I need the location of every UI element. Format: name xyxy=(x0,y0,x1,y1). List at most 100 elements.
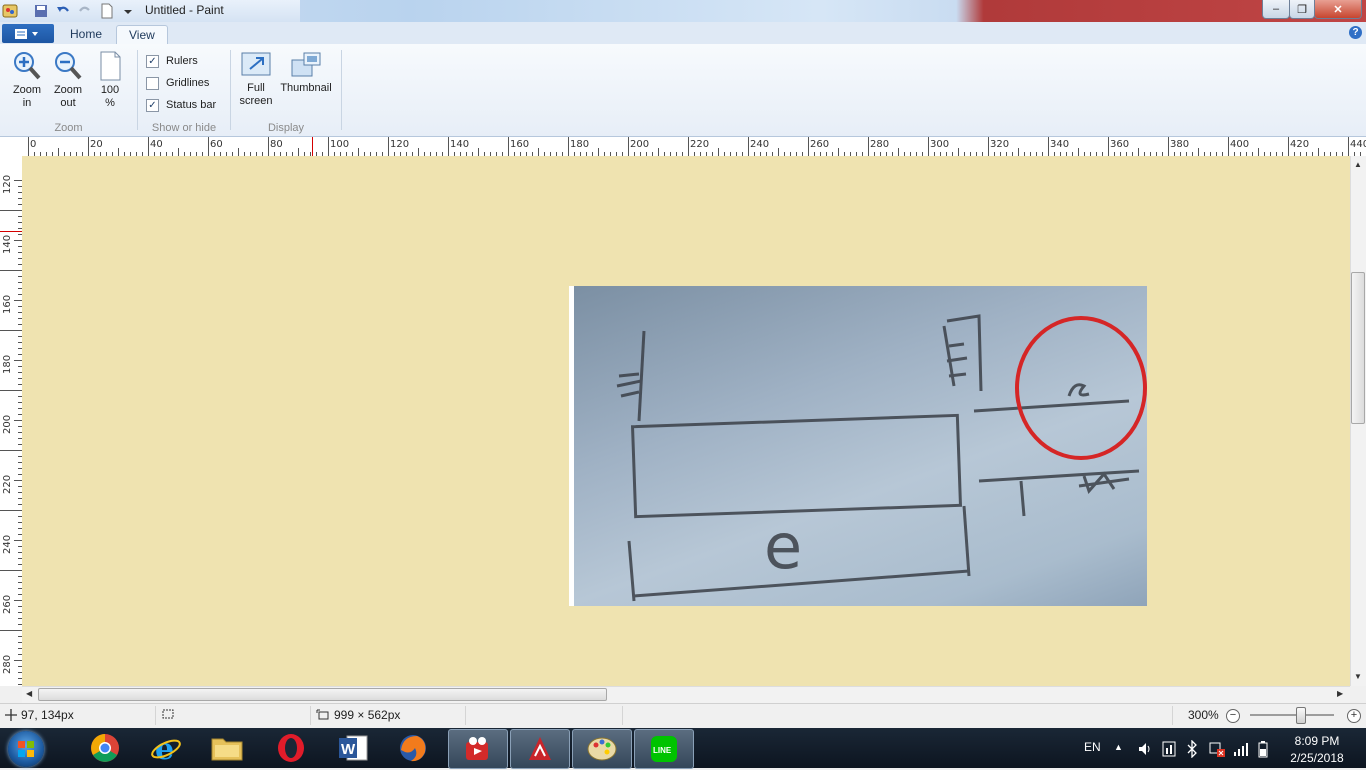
ruler-v-tick xyxy=(0,450,22,451)
customize-toolbar-icon[interactable] xyxy=(120,3,136,19)
battery-icon[interactable] xyxy=(1257,740,1269,758)
new-document-icon[interactable] xyxy=(99,3,115,19)
bluetooth-icon[interactable] xyxy=(1186,740,1198,758)
firefox-icon[interactable] xyxy=(384,729,442,767)
action-center-icon[interactable] xyxy=(1161,740,1177,758)
word-icon[interactable]: W xyxy=(324,729,382,767)
rulers-checkbox[interactable]: ✓ Rulers xyxy=(146,53,198,69)
status-bar-checkbox[interactable]: ✓ Status bar xyxy=(146,97,216,113)
ruler-h-tick xyxy=(1138,148,1139,156)
scroll-up-arrow-icon[interactable]: ▲ xyxy=(1354,160,1362,169)
ribbon-panel: Zoom in Zoom out 100 % Zoom ✓ Rulers Gri… xyxy=(0,44,1366,137)
gridlines-checkbox[interactable]: Gridlines xyxy=(146,75,209,91)
scroll-down-arrow-icon[interactable]: ▼ xyxy=(1354,672,1362,681)
ruler-h-tick xyxy=(538,148,539,156)
ruler-h-label: 140 xyxy=(450,139,470,150)
network-warning-icon[interactable] xyxy=(1208,740,1226,758)
ruler-h-tick xyxy=(358,148,359,156)
ruler-h-tick xyxy=(1168,137,1169,156)
line-icon[interactable]: LINE xyxy=(634,729,694,769)
signal-strength-icon[interactable] xyxy=(1233,741,1249,757)
ruler-v-tick xyxy=(0,210,22,211)
ruler-v-label: 140 xyxy=(2,234,13,254)
thumbnail-icon xyxy=(291,52,321,77)
zoom-slider-track[interactable] xyxy=(1250,714,1334,716)
cursor-position-icon xyxy=(5,709,17,721)
ruler-h-tick xyxy=(718,148,719,156)
full-screen-button[interactable]: Full screen xyxy=(236,50,276,108)
ruler-v-tick xyxy=(14,660,22,661)
file-menu-button[interactable] xyxy=(2,24,54,43)
close-button[interactable]: ✕ xyxy=(1314,0,1362,19)
paint-app-icon[interactable] xyxy=(2,3,18,19)
help-icon[interactable]: ? xyxy=(1349,26,1362,39)
canvas-area[interactable]: e xyxy=(22,156,1350,686)
opera-icon[interactable] xyxy=(262,729,320,767)
word-letter: W xyxy=(341,741,356,758)
volume-icon[interactable] xyxy=(1137,741,1153,757)
zoom-slider-thumb[interactable] xyxy=(1296,707,1307,724)
hundred-percent-button[interactable]: 100 % xyxy=(92,50,128,110)
zoom-group-label: Zoom xyxy=(54,122,83,134)
chrome-icon[interactable] xyxy=(76,729,134,767)
ruler-h-tick xyxy=(328,137,329,156)
undo-icon[interactable] xyxy=(55,3,71,19)
ruler-v-cursor-marker xyxy=(0,231,22,232)
maximize-button[interactable]: ❐ xyxy=(1289,0,1315,19)
video-app-icon[interactable] xyxy=(448,729,508,769)
scroll-left-arrow-icon[interactable]: ◀ xyxy=(26,689,32,698)
zoom-in-status-button[interactable]: + xyxy=(1347,709,1361,723)
zoom-in-button[interactable]: Zoom in xyxy=(6,50,48,110)
ruler-v-tick xyxy=(0,570,22,571)
ruler-h-tick xyxy=(808,137,809,156)
redo-icon[interactable] xyxy=(77,3,93,19)
ruler-h-cursor-marker xyxy=(312,137,313,156)
ruler-h-tick xyxy=(178,148,179,156)
ruler-v-label: 180 xyxy=(2,354,13,374)
ruler-h-label: 120 xyxy=(390,139,410,150)
ruler-v-tick xyxy=(14,600,22,601)
language-indicator[interactable]: EN xyxy=(1084,740,1101,754)
internet-explorer-icon[interactable]: e xyxy=(137,729,195,767)
clock-time[interactable]: 8:09 PM xyxy=(1282,734,1352,748)
zoom-out-label: Zoom out xyxy=(53,84,83,109)
pdf-icon[interactable] xyxy=(510,729,570,769)
vertical-scrollbar-thumb[interactable] xyxy=(1351,272,1365,424)
ruler-h-label: 40 xyxy=(150,139,163,150)
horizontal-scrollbar-thumb[interactable] xyxy=(38,688,607,701)
opera-logo-icon xyxy=(278,734,304,762)
ruler-v-tick xyxy=(14,180,22,181)
ruler-h-tick xyxy=(1318,148,1319,156)
ruler-h-tick xyxy=(478,148,479,156)
tab-home[interactable]: Home xyxy=(58,25,114,44)
ruler-h-tick xyxy=(1078,148,1079,156)
thumbnail-button[interactable]: Thumbnail xyxy=(278,50,334,95)
line-messenger-icon: LINE xyxy=(651,736,677,762)
show-hide-group-label: Show or hide xyxy=(151,122,217,134)
ruler-h-tick xyxy=(58,148,59,156)
paint-icon[interactable] xyxy=(572,729,632,769)
tab-view[interactable]: View xyxy=(116,25,168,45)
ruler-h-tick xyxy=(88,137,89,156)
rulers-label: Rulers xyxy=(166,55,198,67)
show-hidden-icons-icon[interactable]: ▲ xyxy=(1114,742,1123,752)
ruler-h-label: 260 xyxy=(810,139,830,150)
save-icon[interactable] xyxy=(33,3,49,19)
word-logo-icon: W xyxy=(339,735,368,761)
ruler-h-label: 160 xyxy=(510,139,530,150)
minimize-button[interactable]: – xyxy=(1262,0,1290,19)
ruler-h-label: 440 xyxy=(1350,139,1366,150)
canvas-image[interactable]: e xyxy=(569,286,1147,606)
status-separator xyxy=(622,706,623,725)
start-button[interactable] xyxy=(8,731,44,767)
ruler-h-label: 360 xyxy=(1110,139,1130,150)
zoom-out-button[interactable]: Zoom out xyxy=(48,50,88,110)
pdf-app-icon xyxy=(529,737,551,760)
scroll-right-arrow-icon[interactable]: ▶ xyxy=(1337,689,1343,698)
ruler-h-tick xyxy=(268,137,269,156)
ruler-h-label: 340 xyxy=(1050,139,1070,150)
file-explorer-icon[interactable] xyxy=(198,729,256,767)
zoom-out-status-button[interactable]: − xyxy=(1226,709,1240,723)
clock-date[interactable]: 2/25/2018 xyxy=(1282,751,1352,765)
zoom-percentage: 300% xyxy=(1188,708,1219,722)
